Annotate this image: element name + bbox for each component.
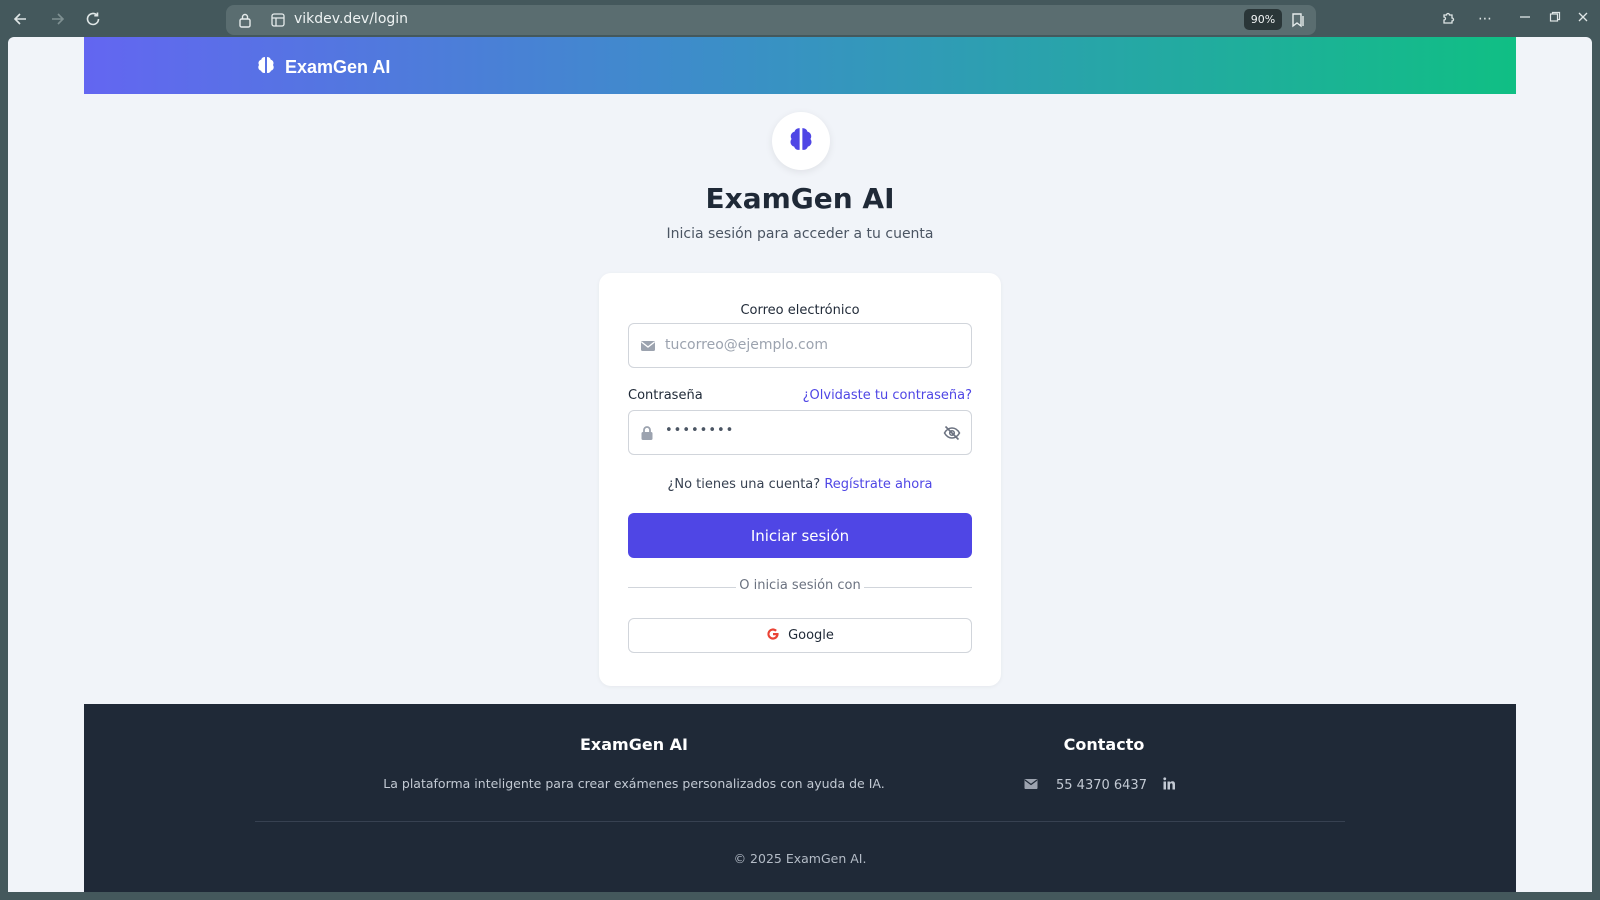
footer-brand-title: ExamGen AI — [580, 735, 688, 754]
brain-icon — [786, 124, 816, 158]
header-brand-name: ExamGen AI — [285, 57, 391, 77]
google-login-button[interactable]: Google — [628, 618, 972, 653]
header-brand[interactable]: ExamGen AI — [255, 54, 390, 81]
url-text[interactable]: vikdev.dev/login — [294, 11, 408, 27]
logo-badge — [772, 112, 830, 170]
back-arrow-icon[interactable] — [10, 8, 32, 30]
page-title: ExamGen AI — [705, 182, 895, 215]
forgot-password-link[interactable]: ¿Olvidaste tu contraseña? — [803, 388, 972, 403]
email-field[interactable]: tucorreo@ejemplo.com — [628, 323, 972, 368]
reading-mode-icon[interactable] — [1290, 12, 1306, 32]
contact-phone: 55 4370 6437 — [1056, 778, 1147, 793]
or-divider: O inicia sesión con — [628, 578, 972, 596]
envelope-icon — [640, 338, 656, 357]
browser-toolbar: vikdev.dev/login 90% ⋯ — [0, 0, 1600, 38]
lock-icon — [238, 12, 252, 32]
site-header: ExamGen AI — [84, 37, 1516, 94]
site-footer: ExamGen AI La plataforma inteligente par… — [84, 704, 1516, 892]
page-subtitle: Inicia sesión para acceder a tu cuenta — [666, 226, 934, 242]
more-icon[interactable]: ⋯ — [1474, 8, 1496, 30]
forward-arrow-icon[interactable] — [46, 8, 68, 30]
restore-icon[interactable] — [1544, 8, 1566, 30]
footer-description: La plataforma inteligente para crear exá… — [383, 776, 885, 791]
contact-row: 55 4370 6437 — [1024, 777, 1176, 794]
site-settings-icon[interactable] — [271, 12, 285, 31]
site-container: ExamGen AI ExamGen AI Inicia sesión para… — [84, 37, 1516, 892]
padlock-icon — [640, 425, 654, 445]
email-label: Correo electrónico — [740, 303, 860, 318]
google-label: Google — [788, 628, 834, 643]
copyright: © 2025 ExamGen AI. — [733, 851, 867, 866]
footer-contact-title: Contacto — [1063, 735, 1145, 754]
login-card: Correo electrónico tucorreo@ejemplo.com … — [599, 273, 1001, 686]
close-icon[interactable] — [1572, 8, 1594, 30]
google-icon — [766, 627, 780, 645]
password-field[interactable]: •••••••• — [628, 410, 972, 455]
zoom-badge[interactable]: 90% — [1244, 9, 1282, 30]
eye-slash-icon[interactable] — [943, 425, 961, 445]
envelope-icon[interactable] — [1024, 778, 1038, 794]
email-placeholder: tucorreo@ejemplo.com — [665, 337, 828, 353]
register-link[interactable]: Regístrate ahora — [824, 477, 932, 492]
linkedin-icon[interactable] — [1163, 777, 1176, 794]
password-label: Contraseña — [628, 388, 703, 403]
page-viewport: ExamGen AI ExamGen AI Inicia sesión para… — [8, 37, 1592, 892]
reload-icon[interactable] — [82, 8, 104, 30]
login-button[interactable]: Iniciar sesión — [628, 513, 972, 558]
password-value: •••••••• — [665, 423, 735, 438]
divider-text: O inicia sesión con — [739, 578, 861, 593]
register-prompt: ¿No tienes una cuenta? Regístrate ahora — [599, 477, 1001, 492]
footer-divider — [255, 821, 1345, 822]
minimize-icon[interactable] — [1514, 8, 1536, 30]
address-bar[interactable]: vikdev.dev/login 90% — [226, 5, 1316, 35]
no-account-text: ¿No tienes una cuenta? — [667, 477, 821, 492]
extensions-icon[interactable] — [1438, 8, 1460, 30]
brain-icon — [255, 54, 277, 81]
